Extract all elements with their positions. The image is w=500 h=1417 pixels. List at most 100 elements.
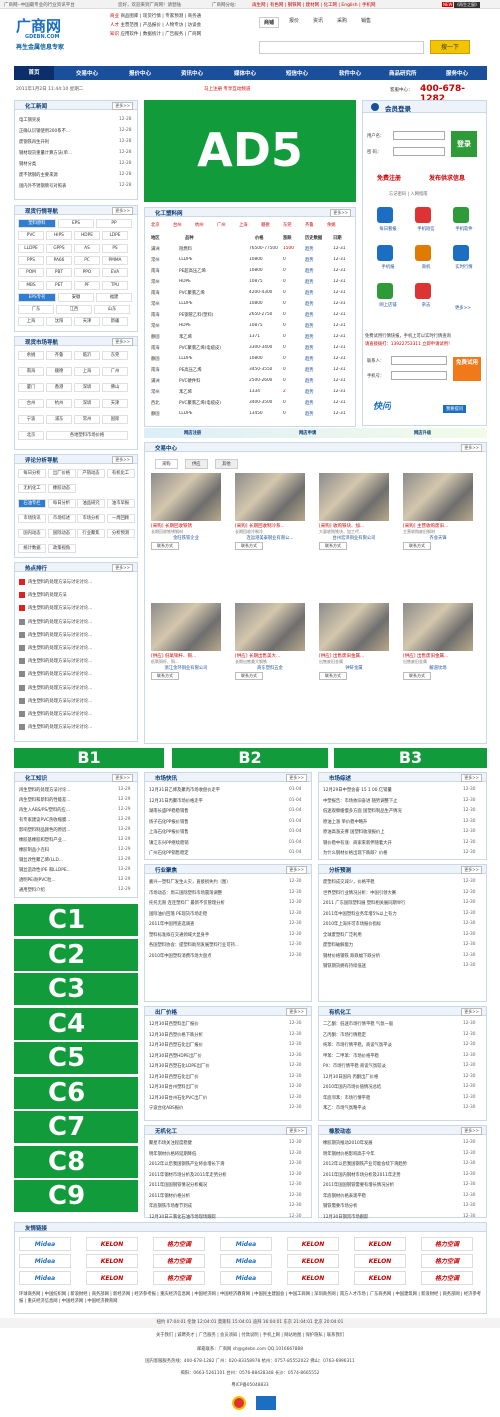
hot-item[interactable]: 再生塑料的处理方法与讨论讨论... bbox=[28, 685, 132, 691]
shop-upgrade-link[interactable]: 网店升级 bbox=[414, 430, 431, 436]
list-item[interactable]: 废塑料破解能力 bbox=[323, 942, 453, 948]
review-nav-item[interactable]: 一周回顾 bbox=[106, 514, 135, 523]
trial-button[interactable]: 免费试用 bbox=[453, 357, 481, 381]
list-item[interactable]: 钢材分类 bbox=[19, 161, 107, 167]
ad-slot-b2[interactable]: B2 bbox=[172, 748, 328, 768]
list-item[interactable]: 影响塑料制品颜色的原因... bbox=[19, 827, 109, 833]
review-nav-item[interactable]: 石油专栏 bbox=[18, 499, 46, 508]
spot-nav-item[interactable]: 山东 bbox=[94, 305, 130, 315]
review-nav-item[interactable]: 油市早报 bbox=[106, 499, 135, 508]
contact-button[interactable]: 联系方式 bbox=[403, 542, 431, 550]
market-nav-item[interactable]: 余姚 bbox=[18, 351, 44, 360]
list-item[interactable]: 明年钢材价格影响高于今年 bbox=[323, 1151, 453, 1157]
service-icon[interactable] bbox=[453, 245, 469, 261]
more-link[interactable]: 更多>> bbox=[112, 338, 133, 346]
spot-nav-item[interactable]: PPS bbox=[18, 255, 44, 265]
market-tab[interactable]: 杭州 bbox=[195, 222, 204, 228]
list-item[interactable]: 塑料标准拟在交通领域大显身手 bbox=[149, 932, 279, 938]
partner-logo[interactable]: KELON bbox=[287, 1271, 339, 1285]
ad-slot-c6[interactable]: C6 bbox=[14, 1076, 138, 1109]
list-item[interactable]: 国际油价回落 PE现货市场走稳 bbox=[149, 911, 279, 917]
list-item[interactable]: 再生入ABS/PS/塑料的应... bbox=[19, 807, 109, 813]
more-link[interactable]: 更多>> bbox=[286, 774, 307, 782]
trend-link[interactable]: 趋势 bbox=[305, 411, 331, 417]
product-card[interactable]: [采购] 长期回收制冷系... 长期回收冷制冷 连运港美泰钢业有限公... 联系方式 bbox=[235, 473, 305, 550]
service-label[interactable]: 每日看报 bbox=[371, 226, 405, 232]
nav-item[interactable]: 商品研究所 bbox=[389, 69, 417, 77]
list-item[interactable]: 12月30日西塑石化出厂报价 bbox=[149, 1042, 279, 1048]
spot-nav-item[interactable]: 江西 bbox=[56, 305, 92, 315]
welcome-text[interactable]: 您好，欢迎来到广商网！请登陆 bbox=[118, 2, 181, 8]
more-link[interactable]: 更多>> bbox=[112, 456, 133, 464]
nav-item[interactable]: 资讯中心 bbox=[181, 69, 203, 77]
list-item[interactable]: 二乙酮：低迷市场行情平稳 气氛一般 bbox=[323, 1021, 453, 1027]
trend-link[interactable]: 趋势 bbox=[305, 334, 331, 340]
product-image[interactable] bbox=[151, 603, 221, 651]
trend-link[interactable]: 趋势 bbox=[305, 257, 331, 263]
market-nav-item[interactable]: 东莞 bbox=[102, 351, 128, 360]
more-link[interactable]: 更多>> bbox=[112, 207, 133, 215]
product-card[interactable]: [供应] 低氧铜杆、铜... 低氧铜杆、铜... 浙江金环铜业有限公司 联系方式 bbox=[151, 603, 221, 680]
list-item[interactable]: 12月30日西塑石化LDPE出厂价 bbox=[149, 1063, 279, 1069]
market-nav-item[interactable]: 上海 bbox=[74, 367, 100, 376]
hot-item[interactable]: 再生塑料的处理方法与讨论讨论... bbox=[28, 579, 132, 585]
service-label[interactable]: 手机软件 bbox=[447, 226, 481, 232]
list-item[interactable]: 乙丙酮：市场行情稳定 bbox=[323, 1032, 453, 1038]
review-nav-item[interactable]: 国内动态 bbox=[18, 529, 46, 538]
market-nav-item[interactable]: 国际 bbox=[102, 415, 128, 424]
partner-logo[interactable]: KELON bbox=[354, 1254, 406, 1268]
trend-link[interactable]: 趋势 bbox=[305, 389, 331, 395]
more-link[interactable]: 更多>> bbox=[461, 866, 482, 874]
list-item[interactable]: 钢价稳中有涨：商家来新伴随着大开 bbox=[323, 840, 453, 846]
list-item[interactable]: 钢铁需要市场分析 bbox=[323, 1203, 453, 1209]
product-card[interactable]: [采购] 主营收购废旧... 主营收购废旧钢材 齐会天锋 联系方式 bbox=[403, 473, 473, 550]
list-item[interactable]: 透明PE/耐PVC粒... bbox=[19, 877, 109, 883]
service-icon[interactable] bbox=[415, 207, 431, 223]
list-item[interactable]: 钢材价格钢铁 跌跌幅下跌分析 bbox=[323, 953, 453, 959]
market-nav-item[interactable]: 广州 bbox=[102, 367, 128, 376]
ask-button[interactable]: 我要提问 bbox=[443, 405, 467, 413]
list-item[interactable]: 低迷观察缓慢多方面 国塑料制品生产情况 bbox=[323, 808, 453, 814]
market-nav-item[interactable]: 各地塑料市场价格 bbox=[46, 431, 128, 440]
mobile-input[interactable] bbox=[391, 371, 447, 380]
list-item[interactable]: 扬子石化PP报价销售 bbox=[149, 819, 279, 825]
market-tab[interactable]: 上海 bbox=[239, 222, 248, 228]
more-link[interactable]: 更多>> bbox=[461, 444, 482, 452]
list-item[interactable]: 钢丝造改性(PE 和LLDPE... bbox=[19, 867, 109, 873]
cat-links[interactable]: 主营范围 | 产品报价 | 人物专访 | 访谈会 bbox=[120, 23, 201, 28]
list-item[interactable]: 再生塑料的处理方法讨论... bbox=[19, 787, 109, 793]
partner-logo[interactable]: Midea bbox=[19, 1271, 71, 1285]
list-item[interactable]: 托托无限 连连塑料厂 最新不仅管理分析 bbox=[149, 900, 279, 906]
list-item[interactable]: 12月30日西塑HDPE出厂价 bbox=[149, 1053, 279, 1059]
product-card[interactable]: [供应] 长期出售美大... 长期出售美大钢铁 商东塑料五金 联系方式 bbox=[235, 603, 305, 680]
market-tab[interactable]: 余姚 bbox=[327, 222, 336, 228]
list-item[interactable]: 正确认识钢使用200系不... bbox=[19, 128, 107, 134]
list-item[interactable]: 广州石化PP销售稳定 bbox=[149, 850, 279, 856]
spot-nav-item[interactable]: LLDPE bbox=[18, 243, 44, 253]
hot-item[interactable]: 再生塑料的处理方法与讨论讨论... bbox=[28, 619, 132, 625]
service-icon[interactable] bbox=[377, 283, 393, 299]
list-item[interactable]: 世界塑料行业情况分析：中国引领大赛 bbox=[323, 890, 453, 896]
trend-link[interactable]: 趋势 bbox=[305, 290, 331, 296]
list-item[interactable]: 原油高涨支撑 国塑料收涨报价上 bbox=[323, 829, 453, 835]
hot-item[interactable]: 再生塑料的处理方法与讨论讨论... bbox=[28, 645, 132, 651]
list-item[interactable]: 橡胶基橡胶和塑料产业... bbox=[19, 837, 109, 843]
contact-button[interactable]: 联系方式 bbox=[403, 672, 431, 680]
review-nav-item[interactable]: 市场快讯 bbox=[18, 514, 46, 523]
ad-slot-c3[interactable]: C3 bbox=[14, 973, 138, 1005]
ad-slot-c4[interactable]: C4 bbox=[14, 1007, 138, 1040]
list-item[interactable]: 2010年中国塑料消费市场大盘点 bbox=[149, 953, 279, 959]
search-tab[interactable]: 资讯 bbox=[313, 17, 323, 24]
company-name[interactable]: 连运港美泰钢业有限公... bbox=[235, 535, 305, 541]
product-image[interactable] bbox=[403, 603, 473, 651]
more-link[interactable]: 更多>> bbox=[286, 1127, 307, 1135]
service-label[interactable]: 杂志 bbox=[409, 302, 443, 308]
hot-item[interactable]: 再生塑料的处理方法 bbox=[28, 592, 132, 598]
search-button[interactable]: 搜一下 bbox=[430, 40, 470, 54]
review-nav-item[interactable]: 政策视角 bbox=[47, 544, 76, 553]
spot-nav-item[interactable]: EPS专刊 bbox=[18, 292, 56, 302]
list-item[interactable]: 12月30日西塑价格下跌分析 bbox=[149, 1032, 279, 1038]
cat-links[interactable]: 应用软件 | 数据统计 | 广告服务 | 广商网 bbox=[120, 32, 201, 37]
hot-item[interactable]: 再生塑料的处理方法与讨论讨论... bbox=[28, 671, 132, 677]
company-name[interactable]: 浙江金环铜业有限公司 bbox=[151, 665, 221, 671]
